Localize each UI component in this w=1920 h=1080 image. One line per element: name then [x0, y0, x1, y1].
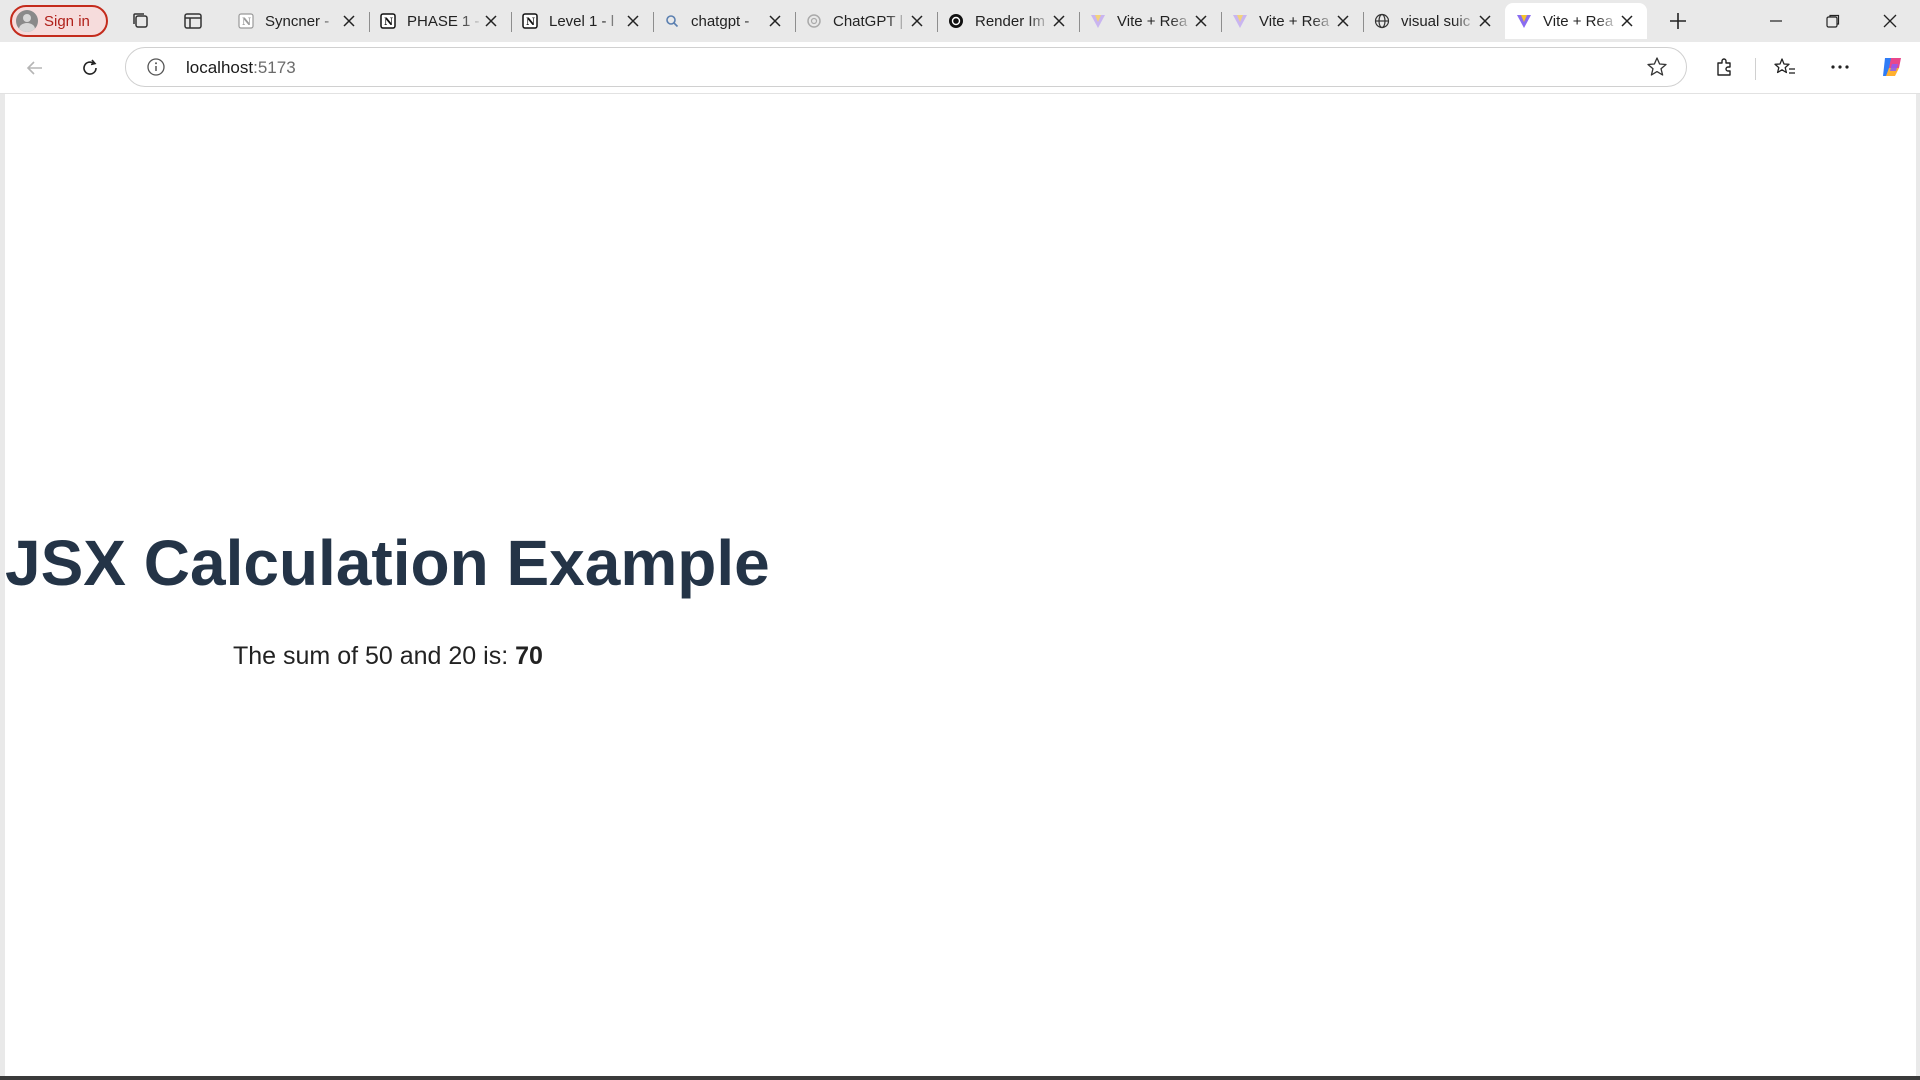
tab-actions-icon[interactable]	[181, 9, 205, 33]
notion-icon: N	[237, 12, 255, 30]
svg-text:N: N	[526, 17, 535, 28]
tab-title: Vite + Rea	[1117, 12, 1188, 30]
url-port: :5173	[253, 58, 296, 77]
tab-title: ChatGPT |	[833, 12, 904, 30]
svg-text:N: N	[242, 17, 251, 28]
copilot-icon[interactable]	[1878, 53, 1906, 81]
sum-result-text: The sum of 50 and 20 is: 70	[233, 642, 543, 671]
url-host: localhost	[186, 58, 254, 77]
back-arrow-icon[interactable]	[21, 54, 49, 82]
tab-title: chatgpt -	[691, 12, 750, 30]
extensions-icon[interactable]	[1711, 53, 1739, 81]
close-icon[interactable]	[767, 13, 783, 29]
more-options-icon[interactable]	[1826, 53, 1854, 81]
close-icon[interactable]	[341, 13, 357, 29]
tab-title: PHASE 1 -	[407, 12, 480, 30]
tab-list: N Syncner - N PHASE 1 - N Level 1 - l ch…	[227, 3, 1647, 39]
favorites-icon[interactable]	[1771, 53, 1799, 81]
workspaces-icon[interactable]	[129, 9, 153, 33]
favorite-star-icon[interactable]	[1646, 56, 1668, 78]
tab-chatgpt-search[interactable]: chatgpt -	[653, 3, 795, 39]
profile-avatar-icon	[16, 10, 38, 32]
page-viewport: JSX Calculation Example The sum of 50 an…	[5, 94, 1916, 1076]
tab-title: visual suic	[1401, 12, 1471, 30]
notion-icon: N	[379, 12, 397, 30]
sum-result-prefix: The sum of 50 and 20 is:	[233, 642, 516, 670]
close-icon[interactable]	[909, 13, 925, 29]
taskbar-edge	[0, 1076, 1920, 1080]
close-icon[interactable]	[1477, 13, 1493, 29]
search-icon	[663, 12, 681, 30]
minimize-icon[interactable]	[1763, 8, 1789, 34]
reload-icon[interactable]	[76, 54, 104, 82]
close-icon[interactable]	[1619, 13, 1635, 29]
tab-vite-react-2[interactable]: Vite + Rea	[1221, 3, 1363, 39]
close-window-icon[interactable]	[1877, 8, 1903, 34]
sum-result-value: 70	[515, 642, 543, 670]
tab-vite-react-1[interactable]: Vite + Rea	[1079, 3, 1221, 39]
sign-in-button[interactable]: Sign in	[10, 5, 108, 37]
tab-syncner[interactable]: N Syncner -	[227, 3, 369, 39]
tab-title: Vite + Rea	[1259, 12, 1330, 30]
close-icon[interactable]	[1051, 13, 1067, 29]
address-bar[interactable]: localhost:5173	[125, 47, 1687, 87]
svg-text:N: N	[384, 17, 393, 28]
tab-title: Vite + Rea	[1543, 12, 1614, 30]
tab-title: Render Im	[975, 12, 1046, 30]
new-tab-button[interactable]	[1665, 8, 1691, 34]
page-title: JSX Calculation Example	[5, 527, 770, 599]
browser-toolbar: localhost:5173	[0, 42, 1920, 94]
openai-icon	[805, 12, 823, 30]
tab-strip: Sign in N Syncner - N PHASE 1 - N Level …	[0, 0, 1920, 42]
tab-chatgpt[interactable]: ChatGPT |	[795, 3, 937, 39]
tab-title: Syncner -	[265, 12, 330, 30]
toolbar-divider	[1755, 58, 1756, 80]
close-icon[interactable]	[1335, 13, 1351, 29]
close-icon[interactable]	[625, 13, 641, 29]
url-text[interactable]: localhost:5173	[186, 58, 296, 78]
sign-in-label: Sign in	[44, 12, 90, 30]
site-info-icon[interactable]	[146, 57, 166, 77]
tab-level-1[interactable]: N Level 1 - l	[511, 3, 653, 39]
tab-render-image[interactable]: Render Im	[937, 3, 1079, 39]
globe-icon	[1373, 12, 1391, 30]
close-icon[interactable]	[483, 13, 499, 29]
tab-visual-studio[interactable]: visual suic	[1363, 3, 1505, 39]
tab-phase-1[interactable]: N PHASE 1 -	[369, 3, 511, 39]
vite-icon	[1515, 12, 1533, 30]
close-icon[interactable]	[1193, 13, 1209, 29]
vite-icon	[1089, 12, 1107, 30]
tab-vite-react-active[interactable]: Vite + Rea	[1505, 3, 1647, 39]
tab-title: Level 1 - l	[549, 12, 615, 30]
openai-icon	[947, 12, 965, 30]
vite-icon	[1231, 12, 1249, 30]
notion-icon: N	[521, 12, 539, 30]
restore-icon[interactable]	[1820, 8, 1846, 34]
